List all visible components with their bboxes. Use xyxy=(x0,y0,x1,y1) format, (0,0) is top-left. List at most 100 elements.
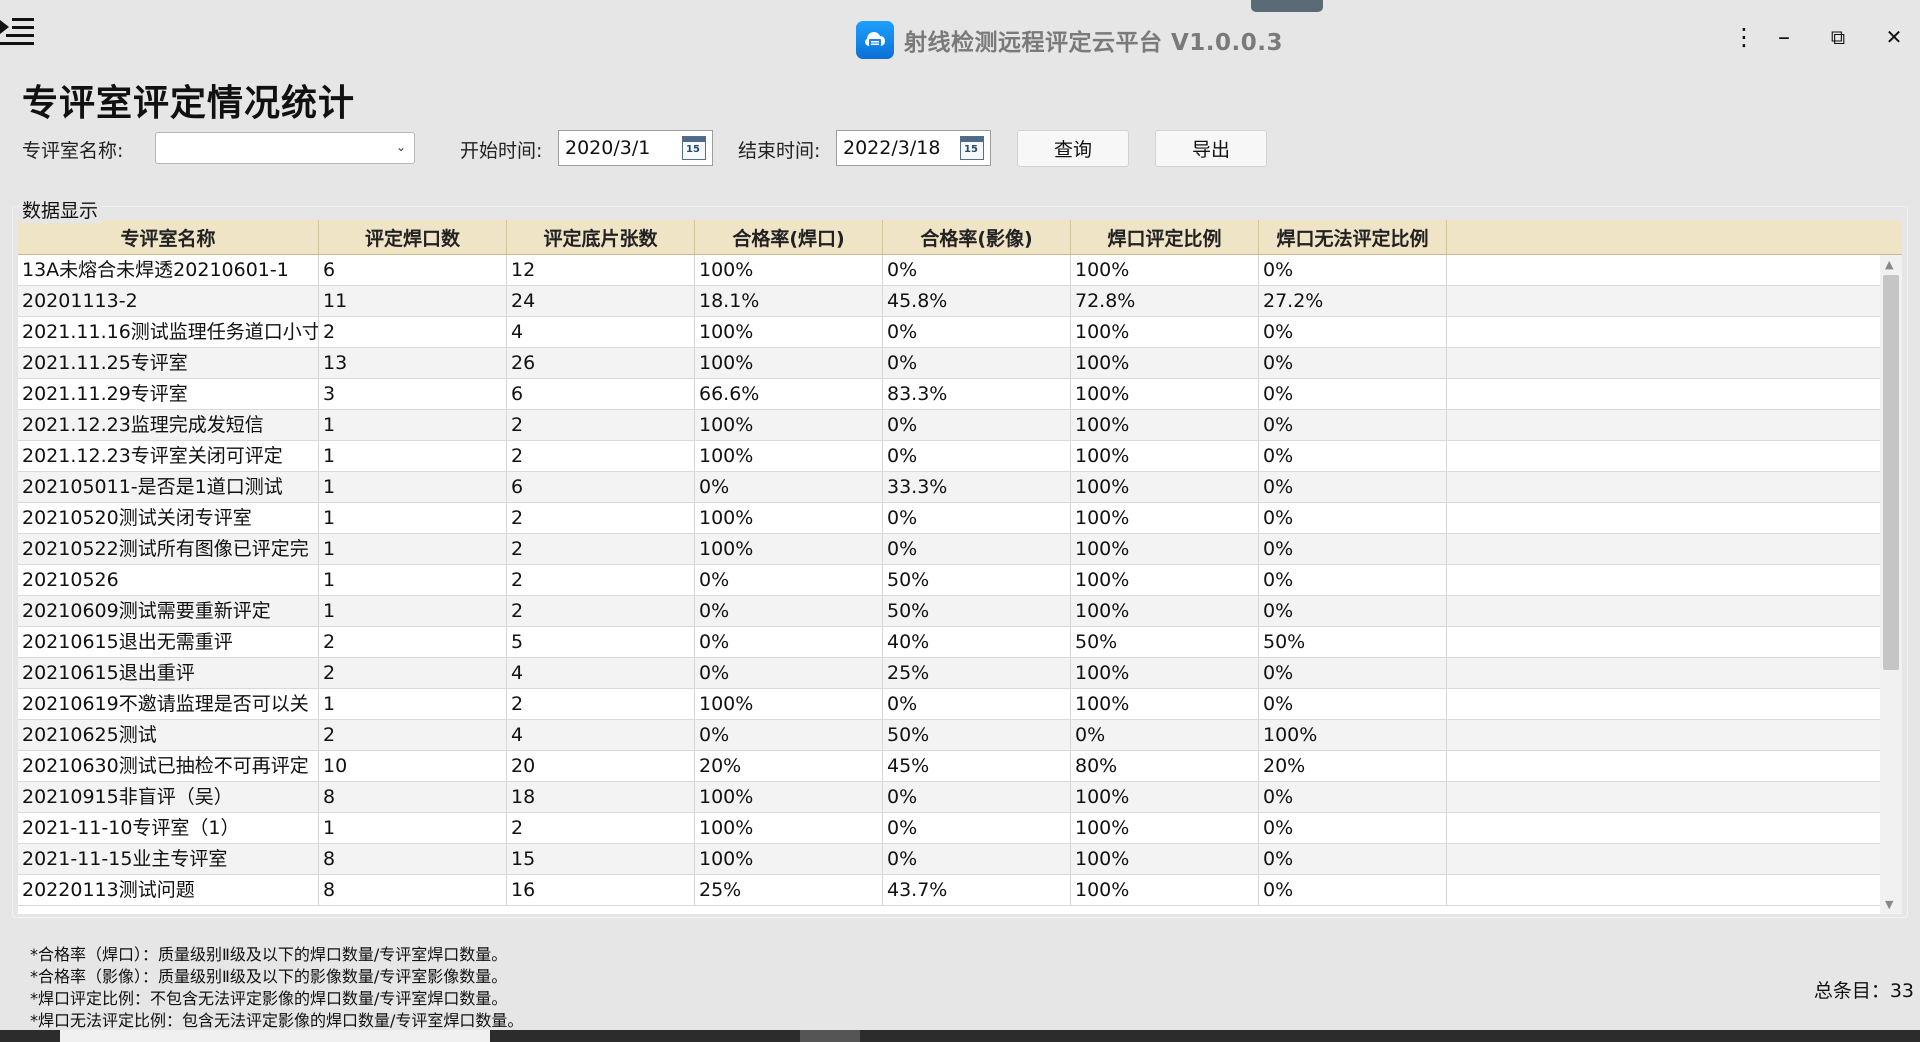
table-row[interactable]: 20210615退出重评 2 4 0% 25% 100% 0% xyxy=(18,658,1880,689)
table-cell-filler xyxy=(1447,286,1880,316)
table-cell: 27.2% xyxy=(1259,286,1447,316)
table-cell: 0% xyxy=(883,782,1071,812)
table-row[interactable]: 2021-11-10专评室（1） 1 2 100% 0% 100% 0% xyxy=(18,813,1880,844)
table-cell: 100% xyxy=(1071,348,1259,378)
column-header-col-film-count[interactable]: 评定底片张数 xyxy=(507,220,695,254)
table-row[interactable]: 20210619不邀请监理是否可以关 1 2 100% 0% 100% 0% xyxy=(18,689,1880,720)
table-cell: 20210619不邀请监理是否可以关 xyxy=(18,689,319,719)
table-cell: 8 xyxy=(319,875,507,905)
table-cell: 50% xyxy=(1259,627,1447,657)
scroll-up-icon[interactable]: ▲ xyxy=(1885,258,1893,271)
table-cell: 0% xyxy=(1071,720,1259,750)
table-cell: 100% xyxy=(1071,255,1259,285)
table-cell: 100% xyxy=(1071,782,1259,812)
table-cell-filler xyxy=(1447,658,1880,688)
table-cell: 4 xyxy=(507,317,695,347)
calendar-icon[interactable]: 15 xyxy=(682,136,706,160)
table-cell: 24 xyxy=(507,286,695,316)
table-cell: 10 xyxy=(319,751,507,781)
column-header-filler xyxy=(1447,220,1902,254)
column-header-col-weld-eval-ratio[interactable]: 焊口评定比例 xyxy=(1071,220,1259,254)
table-cell: 2021-11-15业主专评室 xyxy=(18,844,319,874)
scroll-down-icon[interactable]: ▼ xyxy=(1885,898,1893,911)
table-cell: 0% xyxy=(883,534,1071,564)
table-cell: 100% xyxy=(1071,379,1259,409)
column-header-col-pass-rate-weld[interactable]: 合格率(焊口) xyxy=(695,220,883,254)
table-row[interactable]: 20210609测试需要重新评定 1 2 0% 50% 100% 0% xyxy=(18,596,1880,627)
table-cell: 20210609测试需要重新评定 xyxy=(18,596,319,626)
table-cell: 100% xyxy=(1259,720,1447,750)
table-cell: 0% xyxy=(1259,875,1447,905)
calendar-icon[interactable]: 15 xyxy=(960,136,984,160)
table-row[interactable]: 202105011-是否是1道口测试 1 6 0% 33.3% 100% 0% xyxy=(18,472,1880,503)
chevron-down-icon: ⌄ xyxy=(395,140,406,154)
table-cell: 0% xyxy=(883,689,1071,719)
table-cell: 0% xyxy=(1259,658,1447,688)
table-row[interactable]: 2021.11.16测试监理任务道口小寸 2 4 100% 0% 100% 0% xyxy=(18,317,1880,348)
table-cell: 0% xyxy=(695,720,883,750)
table-row[interactable]: 2021.12.23专评室关闭可评定 1 2 100% 0% 100% 0% xyxy=(18,441,1880,472)
note-line: *合格率（焊口）：质量级别Ⅱ级及以下的焊口数量/专评室焊口数量。 xyxy=(30,945,508,964)
table-cell-filler xyxy=(1447,782,1880,812)
taskbar-search[interactable] xyxy=(60,1030,490,1042)
table-cell-filler xyxy=(1447,379,1880,409)
table-cell: 40% xyxy=(883,627,1071,657)
table-cell: 1 xyxy=(319,565,507,595)
end-date-picker[interactable]: 2022/3/18 15 xyxy=(836,130,991,166)
table-row[interactable]: 20210520测试关闭专评室 1 2 100% 0% 100% 0% xyxy=(18,503,1880,534)
table-cell: 13A未熔合未焊透20210601-1 xyxy=(18,255,319,285)
table-cell: 100% xyxy=(1071,565,1259,595)
vertical-scrollbar[interactable]: ▲ ▼ xyxy=(1880,255,1902,914)
table-row[interactable]: 2021.11.25专评室 13 26 100% 0% 100% 0% xyxy=(18,348,1880,379)
table-cell: 0% xyxy=(1259,565,1447,595)
table-cell: 1 xyxy=(319,503,507,533)
table-cell: 26 xyxy=(507,348,695,378)
column-header-col-weld-count[interactable]: 评定焊口数 xyxy=(319,220,507,254)
table-cell: 20220113测试问题 xyxy=(18,875,319,905)
table-body: 13A未熔合未焊透20210601-1 6 12 100% 0% 100% 0% 202011… xyxy=(18,255,1880,914)
table-cell: 5 xyxy=(507,627,695,657)
minimize-button[interactable]: – xyxy=(1766,22,1802,52)
more-options-icon[interactable]: ⋮ xyxy=(1726,22,1762,52)
column-header-col-pass-rate-image[interactable]: 合格率(影像) xyxy=(883,220,1071,254)
room-name-select[interactable]: ⌄ xyxy=(155,132,415,164)
close-button[interactable]: ✕ xyxy=(1876,22,1912,52)
table-cell: 0% xyxy=(1259,782,1447,812)
table-cell: 45.8% xyxy=(883,286,1071,316)
taskbar-item[interactable] xyxy=(800,1030,860,1042)
start-date-picker[interactable]: 2020/3/1 15 xyxy=(558,130,713,166)
scrollbar-thumb[interactable] xyxy=(1883,275,1899,670)
table-row[interactable]: 13A未熔合未焊透20210601-1 6 12 100% 0% 100% 0% xyxy=(18,255,1880,286)
table-row[interactable]: 20210630测试已抽检不可再评定 10 20 20% 45% 80% 20% xyxy=(18,751,1880,782)
table-cell: 0% xyxy=(883,441,1071,471)
column-header-col-room-name[interactable]: 专评室名称 xyxy=(18,220,319,254)
table-cell: 20% xyxy=(695,751,883,781)
table-cell: 100% xyxy=(1071,503,1259,533)
table-cell: 1 xyxy=(319,472,507,502)
table-cell-filler xyxy=(1447,410,1880,440)
export-button[interactable]: 导出 xyxy=(1155,130,1267,167)
table-row[interactable]: 20210915非盲评（吴） 8 18 100% 0% 100% 0% xyxy=(18,782,1880,813)
table-cell: 20210915非盲评（吴） xyxy=(18,782,319,812)
table-row[interactable]: 20210625测试 2 4 0% 50% 0% 100% xyxy=(18,720,1880,751)
table-row[interactable]: 20210615退出无需重评 2 5 0% 40% 50% 50% xyxy=(18,627,1880,658)
hamburger-menu-icon[interactable] xyxy=(0,16,34,46)
restore-button[interactable]: ⧉ xyxy=(1820,22,1856,52)
query-button[interactable]: 查询 xyxy=(1017,130,1129,167)
table-row[interactable]: 20210526 1 2 0% 50% 100% 0% xyxy=(18,565,1880,596)
table-row[interactable]: 2021.12.23监理完成发短信 1 2 100% 0% 100% 0% xyxy=(18,410,1880,441)
column-header-col-weld-uneval-ratio[interactable]: 焊口无法评定比例 xyxy=(1259,220,1447,254)
table-cell: 100% xyxy=(695,844,883,874)
table-cell: 100% xyxy=(1071,813,1259,843)
table-cell: 100% xyxy=(1071,844,1259,874)
table-row[interactable]: 20201113-2 11 24 18.1% 45.8% 72.8% 27.2% xyxy=(18,286,1880,317)
app-header: 射线检测远程评定云平台 V1.0.0.3 xyxy=(856,20,1283,60)
table-cell: 20210520测试关闭专评室 xyxy=(18,503,319,533)
table-cell: 1 xyxy=(319,410,507,440)
table-row[interactable]: 2021-11-15业主专评室 8 15 100% 0% 100% 0% xyxy=(18,844,1880,875)
table-cell: 100% xyxy=(1071,658,1259,688)
table-row[interactable]: 20220113测试问题 8 16 25% 43.7% 100% 0% xyxy=(18,875,1880,906)
table-cell-filler xyxy=(1447,689,1880,719)
table-row[interactable]: 2021.11.29专评室 3 6 66.6% 83.3% 100% 0% xyxy=(18,379,1880,410)
table-row[interactable]: 20210522测试所有图像已评定完 1 2 100% 0% 100% 0% xyxy=(18,534,1880,565)
